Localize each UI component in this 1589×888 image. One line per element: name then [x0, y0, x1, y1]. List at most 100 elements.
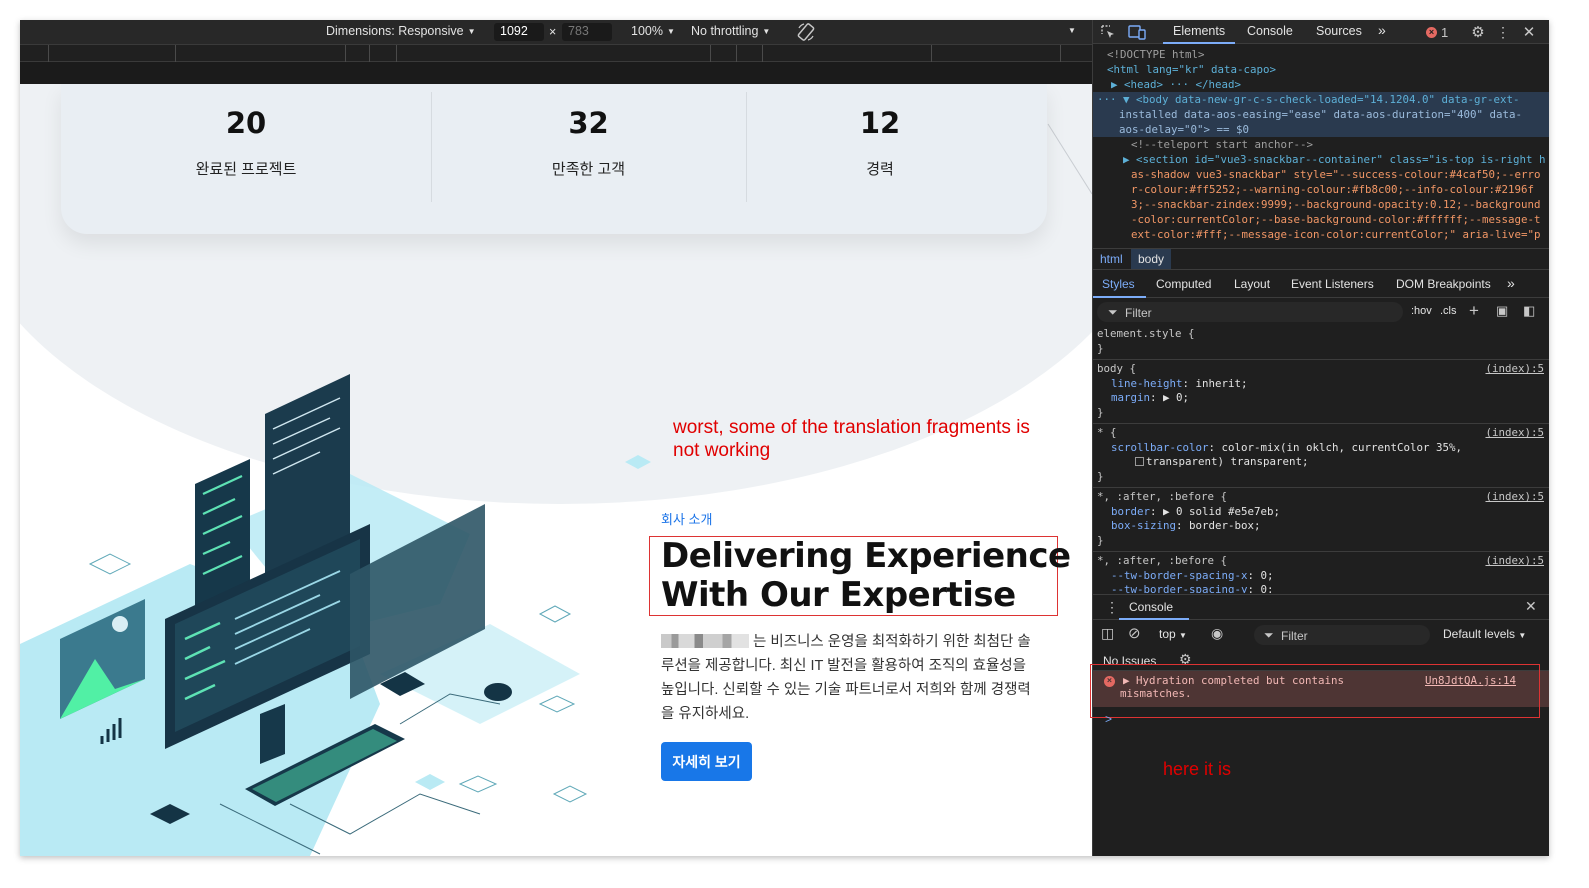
rotate-icon[interactable]: [796, 22, 816, 42]
redacted-company-name: [661, 634, 749, 648]
prop-name: line-height: [1111, 376, 1183, 390]
breadcrumb-body[interactable]: body: [1131, 249, 1172, 269]
tech-illustration: [20, 374, 651, 856]
live-expression-eye-icon[interactable]: ◉: [1211, 625, 1223, 642]
width-input[interactable]: 1092: [494, 23, 544, 41]
stat-label: 경력: [866, 161, 894, 178]
dom-line[interactable]: ▶ <head> ··· </head>: [1093, 77, 1549, 92]
filter-placeholder: Filter: [1125, 306, 1152, 320]
learn-more-button[interactable]: 자세히 보기: [661, 742, 752, 781]
hov-toggle[interactable]: :hov: [1411, 305, 1432, 317]
tab-computed[interactable]: Computed: [1156, 277, 1211, 291]
drawer-menu-icon[interactable]: ⋮: [1105, 599, 1119, 616]
close-icon[interactable]: ✕: [1521, 23, 1537, 41]
dom-line[interactable]: <!--teleport start anchor-->: [1093, 137, 1549, 152]
style-declaration[interactable]: --tw-border-spacing-y: 0;: [1097, 583, 1546, 593]
log-levels-label: Default levels: [1443, 627, 1516, 641]
more-options-caret-icon[interactable]: ▼: [1068, 26, 1076, 35]
close-drawer-icon[interactable]: ✕: [1525, 598, 1537, 615]
style-rule[interactable]: body { (index):5 line-height: inherit; m…: [1093, 360, 1549, 424]
more-tabs-icon[interactable]: »: [1507, 275, 1515, 291]
prop-value: 0;: [1260, 568, 1274, 582]
dom-line: r-colour:#ff5252;--warning-colour:#fb8c0…: [1131, 183, 1535, 196]
console-filter-input[interactable]: ⏷ Filter: [1254, 625, 1430, 645]
rule-selector: body {: [1097, 362, 1137, 375]
stat-label: 만족한 고객: [551, 161, 626, 178]
style-declaration[interactable]: border: ▶ 0 solid #e5e7eb;: [1097, 505, 1546, 520]
rule-source-link[interactable]: (index):5: [1485, 554, 1544, 569]
chevron-down-icon: ▼: [1518, 631, 1527, 640]
tab-styles[interactable]: Styles: [1102, 277, 1135, 291]
more-tabs-icon[interactable]: »: [1378, 22, 1386, 38]
style-declaration[interactable]: box-sizing: border-box;: [1097, 519, 1546, 534]
rule-close: }: [1097, 469, 1104, 483]
about-heading: Delivering Experience With Our Expertise: [661, 537, 1081, 615]
color-swatch-icon[interactable]: [1135, 457, 1144, 466]
style-declaration[interactable]: --tw-border-spacing-x: 0;: [1097, 569, 1546, 584]
style-rule[interactable]: * { (index):5 scrollbar-color: color-mix…: [1093, 424, 1549, 488]
style-rule[interactable]: element.style { }: [1093, 325, 1549, 360]
breadcrumb: html body: [1093, 248, 1549, 270]
styles-pane[interactable]: element.style { } body { (index):5 line-…: [1093, 325, 1549, 593]
console-prompt[interactable]: >: [1105, 712, 1112, 726]
styles-filter-input[interactable]: ⏷ Filter: [1097, 302, 1403, 322]
zoom-dropdown[interactable]: 100% ▼: [631, 24, 675, 38]
decorative-line: [1047, 123, 1092, 195]
style-declaration[interactable]: margin: ▶ 0;: [1097, 391, 1546, 406]
tab-console[interactable]: Console: [1247, 24, 1293, 38]
tab-sources[interactable]: Sources: [1316, 24, 1362, 38]
add-rule-icon[interactable]: +: [1469, 301, 1479, 321]
chevron-down-icon: ▼: [1179, 631, 1187, 640]
rule-source-link[interactable]: (index):5: [1485, 362, 1544, 377]
dom-line[interactable]: ▶ <section id="vue3-snackbar--container"…: [1093, 152, 1549, 167]
prop-name: --tw-border-spacing-x: [1111, 568, 1248, 582]
sidebar-toggle-icon[interactable]: ◧: [1523, 303, 1535, 319]
device-emulation-area: Dimensions: Responsive ▼ 1092 × 783 100%…: [20, 20, 1092, 856]
dimensions-dropdown[interactable]: Dimensions: Responsive ▼: [326, 24, 475, 38]
style-rule[interactable]: *, :after, :before { (index):5 border: ▶…: [1093, 488, 1549, 552]
zoom-label: 100%: [631, 24, 663, 38]
dom-line[interactable]: <!DOCTYPE html>: [1093, 47, 1549, 62]
context-selector[interactable]: top ▼: [1159, 627, 1187, 641]
throttling-dropdown[interactable]: No throttling ▼: [691, 24, 770, 38]
tab-event-listeners[interactable]: Event Listeners: [1291, 277, 1374, 291]
rule-close: }: [1097, 341, 1104, 355]
selected-body-node[interactable]: ··· ▼ <body data-new-gr-c-s-check-loaded…: [1093, 92, 1549, 137]
rule-source-link[interactable]: (index):5: [1485, 426, 1544, 441]
media-query-bar[interactable]: [20, 44, 1092, 63]
kebab-menu-icon[interactable]: ⋮: [1496, 23, 1510, 41]
rule-source-link[interactable]: (index):5: [1485, 490, 1544, 505]
stat-experience: 12 경력: [746, 84, 1014, 204]
browser-window: Dimensions: Responsive ▼ 1092 × 783 100%…: [20, 20, 1549, 856]
filter-placeholder: Filter: [1281, 629, 1308, 643]
drawer-tab-console[interactable]: Console: [1129, 600, 1173, 614]
styles-tabbar: Styles Computed Layout Event Listeners D…: [1093, 272, 1549, 298]
stat-number: 32: [568, 106, 609, 140]
prop-name: --tw-border-spacing-y: [1111, 583, 1248, 593]
paint-bucket-icon[interactable]: ▣: [1496, 303, 1508, 319]
tab-layout[interactable]: Layout: [1234, 277, 1270, 291]
inspect-element-icon[interactable]: [1099, 23, 1117, 41]
chevron-down-icon: ▼: [762, 26, 771, 36]
error-icon: ×: [1426, 26, 1437, 38]
breadcrumb-html[interactable]: html: [1100, 252, 1123, 266]
prop-value: transparent) transparent;: [1146, 455, 1309, 468]
sidebar-toggle-icon[interactable]: ◫: [1101, 625, 1114, 642]
tab-elements[interactable]: Elements: [1173, 24, 1225, 38]
dom-line[interactable]: <html lang="kr" data-capo>: [1093, 62, 1549, 77]
log-levels-dropdown[interactable]: Default levels ▼: [1443, 627, 1526, 641]
style-declaration[interactable]: scrollbar-color: color-mix(in oklch, cur…: [1097, 441, 1546, 456]
devtools-panel: Elements Console Sources » × 1 ⚙ ⋮ ✕ <!D…: [1090, 20, 1549, 856]
style-rule[interactable]: *, :after, :before { (index):5 --tw-bord…: [1093, 552, 1549, 593]
error-counter[interactable]: × 1: [1426, 24, 1448, 40]
style-declaration[interactable]: line-height: inherit;: [1097, 377, 1546, 392]
dom-tree[interactable]: <!DOCTYPE html> <html lang="kr" data-cap…: [1093, 44, 1549, 256]
cls-toggle[interactable]: .cls: [1440, 305, 1457, 317]
settings-gear-icon[interactable]: ⚙: [1469, 23, 1487, 41]
prop-value: ▶ 0 solid #e5e7eb;: [1163, 504, 1281, 518]
tab-dom-breakpoints[interactable]: DOM Breakpoints: [1396, 277, 1491, 291]
stat-clients: 32 만족한 고객: [431, 84, 746, 204]
clear-console-icon[interactable]: ⊘: [1128, 624, 1141, 642]
device-toggle-icon[interactable]: [1127, 23, 1147, 41]
height-input[interactable]: 783: [562, 23, 612, 41]
